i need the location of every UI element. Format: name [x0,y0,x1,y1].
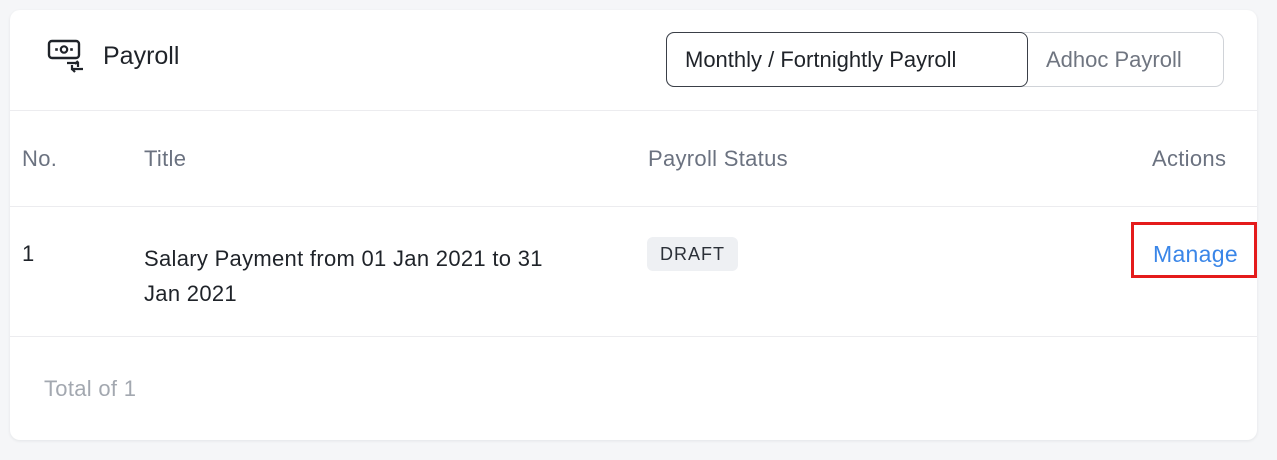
tab-monthly-fortnightly-payroll[interactable]: Monthly / Fortnightly Payroll [666,32,1028,87]
column-header-title: Title [144,146,187,171]
status-badge: DRAFT [647,237,738,271]
payroll-cash-icon [47,39,83,73]
tab-adhoc-payroll[interactable]: Adhoc Payroll [1027,33,1223,86]
payroll-type-toggle: Monthly / Fortnightly Payroll Adhoc Payr… [666,32,1224,87]
column-header-actions: Actions [1152,146,1227,171]
manage-link[interactable]: Manage [1153,241,1238,268]
page-title: Payroll [103,42,180,70]
table-total-count: Total of 1 [44,376,137,401]
column-header-payroll-status: Payroll Status [648,146,788,171]
table-divider [10,206,1257,207]
table-divider [10,336,1257,337]
card-header: Payroll Monthly / Fortnightly Payroll Ad… [10,10,1257,111]
payroll-card: Payroll Monthly / Fortnightly Payroll Ad… [10,10,1257,440]
payroll-title: Salary Payment from 01 Jan 2021 to 31 Ja… [144,246,543,306]
row-number: 1 [22,241,35,266]
column-header-no: No. [22,146,58,171]
